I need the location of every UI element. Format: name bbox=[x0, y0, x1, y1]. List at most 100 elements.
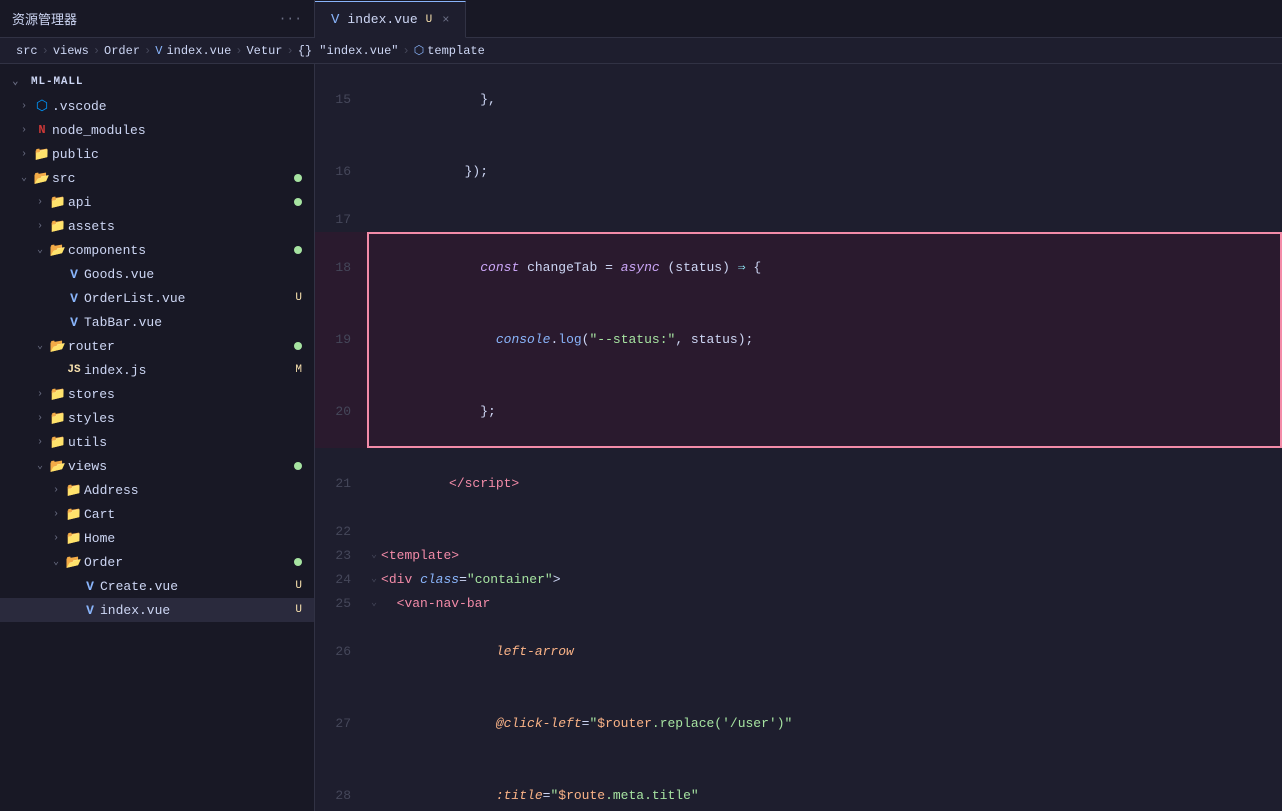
code-line-19: 19 console.log("--status:", status); bbox=[315, 304, 1282, 376]
order-modified-dot bbox=[294, 558, 302, 566]
line-number-25: 25 bbox=[315, 592, 367, 616]
sidebar-label-stores: stores bbox=[68, 387, 314, 402]
sidebar-label-router: router bbox=[68, 339, 294, 354]
sidebar-item-order[interactable]: ⌄ 📂 Order bbox=[0, 550, 314, 574]
sidebar-item-router[interactable]: ⌄ 📂 router bbox=[0, 334, 314, 358]
sidebar-label-styles: styles bbox=[68, 411, 314, 426]
sidebar-item-tabbar-vue[interactable]: V TabBar.vue bbox=[0, 310, 314, 334]
folder-icon: 📁 bbox=[64, 531, 84, 546]
bc-vetur[interactable]: Vetur bbox=[246, 44, 282, 58]
code-line-24: 24 ⌄ <div class="container"> bbox=[315, 568, 1282, 592]
sidebar-label-public: public bbox=[52, 147, 314, 162]
chevron-down-icon: ⌄ bbox=[32, 340, 48, 352]
src-modified-dot bbox=[294, 174, 302, 182]
fold-icon-25[interactable]: ⌄ bbox=[371, 592, 377, 616]
tab-label: index.vue bbox=[347, 12, 417, 27]
sidebar-label-tabbar-vue: TabBar.vue bbox=[84, 315, 314, 330]
bc-sep1: › bbox=[42, 44, 49, 58]
line-number-18: 18 bbox=[315, 256, 367, 280]
tab-modified-badge: U bbox=[426, 14, 433, 26]
vue-tab-icon: V bbox=[331, 12, 339, 28]
sidebar-label-views: views bbox=[68, 459, 294, 474]
bc-sep5: › bbox=[286, 44, 293, 58]
vue-icon: V bbox=[80, 603, 100, 618]
code-line-26: 26 left-arrow bbox=[315, 616, 1282, 688]
line-content-18: const changeTab = async (status) ⇒ { bbox=[367, 232, 1282, 304]
chevron-right-icon: › bbox=[48, 509, 64, 520]
sidebar-item-address[interactable]: › 📁 Address bbox=[0, 478, 314, 502]
bc-views[interactable]: views bbox=[53, 44, 89, 58]
sidebar-item-stores[interactable]: › 📁 stores bbox=[0, 382, 314, 406]
chevron-right-icon: › bbox=[16, 125, 32, 136]
sidebar-item-goods-vue[interactable]: V Goods.vue bbox=[0, 262, 314, 286]
code-line-22: 22 bbox=[315, 520, 1282, 544]
bc-template[interactable]: template bbox=[427, 44, 485, 58]
sidebar-item-src[interactable]: ⌄ 📂 src bbox=[0, 166, 314, 190]
bc-braces[interactable]: {} "index.vue" bbox=[298, 44, 399, 58]
line-content-16: }); bbox=[367, 136, 1282, 208]
bc-sep6: › bbox=[403, 44, 410, 58]
bc-indexvue[interactable]: index.vue bbox=[166, 44, 231, 58]
sidebar-item-views[interactable]: ⌄ 📂 views bbox=[0, 454, 314, 478]
indexjs-modified-badge: M bbox=[295, 364, 302, 376]
editor-area[interactable]: 15 }, 16 }); 17 bbox=[315, 64, 1282, 811]
folder-icon: 📁 bbox=[64, 483, 84, 498]
bc-src[interactable]: src bbox=[16, 44, 38, 58]
sidebar-label-goods-vue: Goods.vue bbox=[84, 267, 314, 282]
line-content-15: }, bbox=[367, 64, 1282, 136]
sidebar-item-create-vue[interactable]: V Create.vue U bbox=[0, 574, 314, 598]
code-line-18: 18 const changeTab = async (status) ⇒ { bbox=[315, 232, 1282, 304]
sidebar-label-vscode: .vscode bbox=[52, 99, 314, 114]
sidebar-root-label: ⌄ ML-MALL bbox=[0, 68, 314, 94]
sidebar-item-api[interactable]: › 📁 api bbox=[0, 190, 314, 214]
sidebar-label-components: components bbox=[68, 243, 294, 258]
sidebar-item-index-js[interactable]: JS index.js M bbox=[0, 358, 314, 382]
sidebar-item-cart[interactable]: › 📁 Cart bbox=[0, 502, 314, 526]
sidebar-item-utils[interactable]: › 📁 utils bbox=[0, 430, 314, 454]
sidebar-item-public[interactable]: › 📁 public bbox=[0, 142, 314, 166]
sidebar-item-styles[interactable]: › 📁 styles bbox=[0, 406, 314, 430]
line-content-23: ⌄ <template> bbox=[367, 544, 1282, 568]
sidebar-label-index-vue: index.vue bbox=[100, 603, 295, 618]
sidebar-item-node-modules[interactable]: › N node_modules bbox=[0, 118, 314, 142]
sidebar-label-index-js: index.js bbox=[84, 363, 295, 378]
orderlist-modified-badge: U bbox=[295, 292, 302, 304]
chevron-right-icon: › bbox=[32, 197, 48, 208]
code-line-20: 20 }; bbox=[315, 376, 1282, 448]
vue-icon: V bbox=[64, 315, 84, 330]
chevron-right-icon: › bbox=[32, 389, 48, 400]
main-layout: ⌄ ML-MALL › ⬡ .vscode › N node_modules ›… bbox=[0, 64, 1282, 811]
line-content-26: left-arrow bbox=[367, 616, 1282, 688]
folder-open-icon: 📂 bbox=[48, 459, 68, 474]
vue-icon: V bbox=[80, 579, 100, 594]
sidebar-item-vscode[interactable]: › ⬡ .vscode bbox=[0, 94, 314, 118]
folder-icon: 📁 bbox=[48, 387, 68, 402]
tab-index-vue[interactable]: V index.vue U × bbox=[315, 1, 466, 38]
folder-icon: 📁 bbox=[32, 147, 52, 162]
chevron-right-icon: › bbox=[32, 221, 48, 232]
bc-sep2: › bbox=[93, 44, 100, 58]
sidebar-item-components[interactable]: ⌄ 📂 components bbox=[0, 238, 314, 262]
fold-icon-23[interactable]: ⌄ bbox=[371, 544, 377, 568]
fold-icon-24[interactable]: ⌄ bbox=[371, 568, 377, 592]
sidebar-item-index-vue[interactable]: V index.vue U bbox=[0, 598, 314, 622]
sidebar-label-src: src bbox=[52, 171, 294, 186]
explorer-menu-button[interactable]: ··· bbox=[279, 11, 302, 26]
sidebar-label-home: Home bbox=[84, 531, 314, 546]
sidebar-label-cart: Cart bbox=[84, 507, 314, 522]
breadcrumb: src › views › Order › V index.vue › Vetu… bbox=[0, 38, 1282, 64]
tab-close-button[interactable]: × bbox=[442, 13, 449, 27]
line-number-26: 26 bbox=[315, 640, 367, 664]
sidebar-item-home[interactable]: › 📁 Home bbox=[0, 526, 314, 550]
line-content-19: console.log("--status:", status); bbox=[367, 304, 1282, 376]
line-content-20: }; bbox=[367, 376, 1282, 448]
explorer-title: 资源管理器 bbox=[12, 9, 77, 28]
sidebar-item-assets[interactable]: › 📁 assets bbox=[0, 214, 314, 238]
sidebar-label-node-modules: node_modules bbox=[52, 123, 314, 138]
bc-order[interactable]: Order bbox=[104, 44, 140, 58]
sidebar-label-create-vue: Create.vue bbox=[100, 579, 295, 594]
npm-icon: N bbox=[32, 123, 52, 137]
create-modified-badge: U bbox=[295, 580, 302, 592]
folder-icon: 📁 bbox=[48, 219, 68, 234]
sidebar-item-orderlist-vue[interactable]: V OrderList.vue U bbox=[0, 286, 314, 310]
